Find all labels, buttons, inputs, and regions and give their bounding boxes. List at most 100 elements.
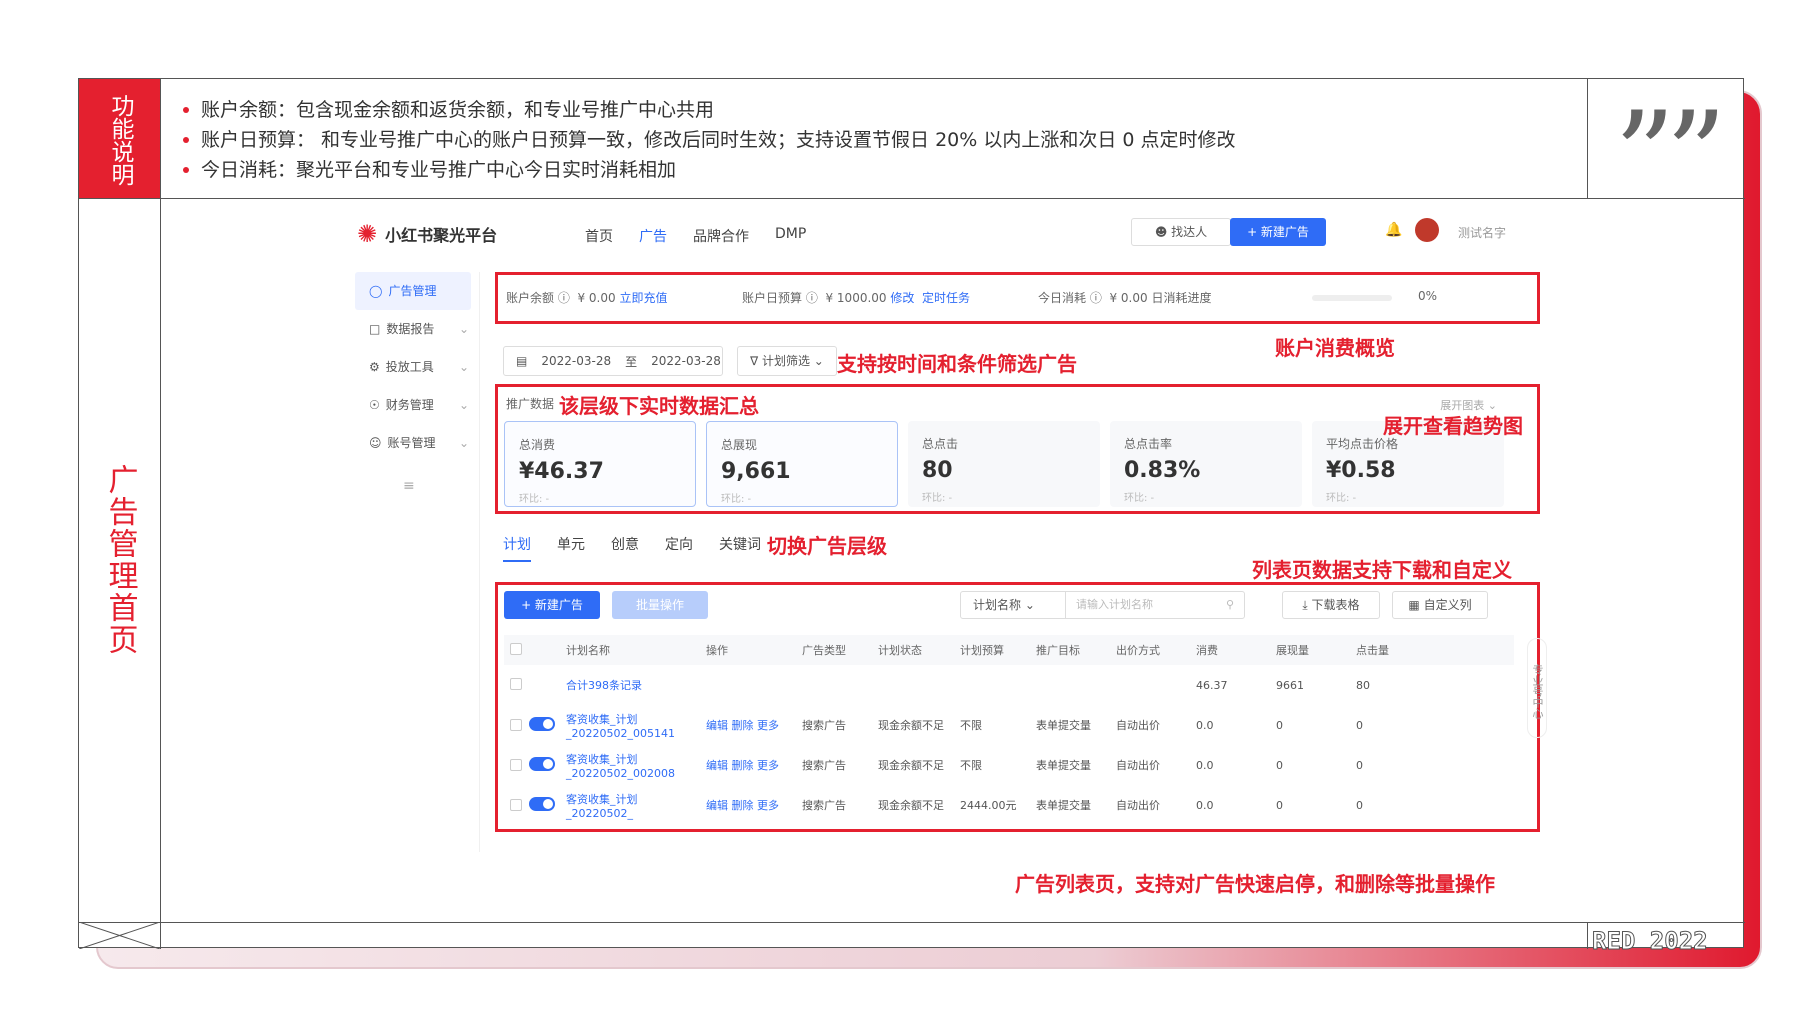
row-actions[interactable]: 编辑 删除 更多 (700, 785, 796, 825)
pro-center-tab[interactable]: 专业号中心 (1527, 638, 1547, 738)
annotation-level: 切换广告层级 (767, 534, 887, 558)
checkbox[interactable] (510, 718, 522, 731)
annotation-list-ops: 广告列表页，支持对广告快速启停，和删除等批量操作 (1015, 872, 1495, 896)
table-header: 计划名称 操作 广告类型 计划状态 计划预算 推广目标 出价方式 消费 展现量 … (504, 635, 1514, 665)
download-button[interactable]: ⤓ 下载表格 (1282, 591, 1380, 619)
stat-sub: 环比: - (922, 493, 953, 504)
stat-card[interactable]: 总点击 80 环比: - (908, 421, 1100, 507)
table-new-ad-button[interactable]: + 新建广告 (504, 591, 600, 619)
checkbox[interactable] (510, 798, 522, 811)
cell[interactable]: 不限 (954, 705, 1030, 745)
stat-sub: 环比: - (721, 494, 752, 505)
modify-link[interactable]: 修改 (890, 291, 914, 305)
bullet: 今日消耗：聚光平台和专业号推广中心今日实时消耗相加 (179, 155, 1236, 185)
tab-plan[interactable]: 计划 (503, 534, 531, 562)
row-actions[interactable]: 编辑 删除 更多 (700, 745, 796, 785)
timed-task-link[interactable]: 定时任务 (922, 291, 970, 305)
cell: 0.0 (1196, 718, 1214, 732)
cell: 搜索广告 (802, 719, 846, 732)
section-label-box: 功能说明 (79, 79, 160, 198)
customize-columns-button[interactable]: ▦ 自定义列 (1392, 591, 1488, 619)
plan-name-link[interactable]: 客资收集_计划_20220502_005141 (560, 705, 700, 745)
col-header[interactable]: 计划状态 (872, 635, 954, 665)
sidebar-item-account[interactable]: ☺ 账号管理 ⌄ (355, 424, 479, 462)
sidebar-item-reports[interactable]: □ 数据报告 ⌄ (355, 310, 479, 348)
plan-filter-dropdown[interactable]: ∇ 计划筛选 ⌄ (737, 346, 837, 376)
plan-name-link[interactable]: 客资收集_计划_20220502_002008 (560, 745, 700, 785)
cell: 自动出价 (1116, 719, 1160, 732)
cell: 现金余额不足 (878, 759, 944, 772)
search-field-select[interactable]: 计划名称 ⌄ (960, 591, 1066, 619)
status-toggle[interactable] (529, 796, 555, 811)
col-header[interactable]: 展现量 (1270, 635, 1350, 665)
batch-ops-button[interactable]: 批量操作 (612, 591, 708, 619)
bell-icon[interactable]: 🔔 (1385, 222, 1402, 238)
stat-sub: 环比: - (519, 494, 550, 505)
balance: 账户余额 ⓘ ¥ 0.00 立即充值 (506, 291, 668, 305)
sidebar-item-tools[interactable]: ⚙ 投放工具 ⌄ (355, 348, 479, 386)
top-nav: 首页 广告 品牌合作 DMP (585, 226, 806, 246)
cell: 0 (1356, 718, 1363, 732)
spend-progress-bar (1312, 295, 1392, 301)
brand[interactable]: ✺ 小红书聚光平台 (357, 220, 497, 248)
stat-title: 总展现 (721, 438, 758, 452)
tab-targeting[interactable]: 定向 (665, 534, 693, 562)
recharge-link[interactable]: 立即充值 (619, 291, 667, 305)
stat-title: 总点击率 (1124, 437, 1173, 451)
cell: 0.0 (1196, 798, 1214, 812)
cell[interactable]: 2444.00元 (954, 785, 1030, 825)
col-header[interactable]: 消费 (1190, 635, 1270, 665)
row-actions[interactable]: 编辑 删除 更多 (700, 705, 796, 745)
avatar[interactable] (1415, 218, 1439, 242)
nav-ads[interactable]: 广告 (639, 226, 667, 246)
col-header[interactable]: 出价方式 (1110, 635, 1190, 665)
header-checkbox[interactable] (504, 635, 560, 665)
new-ad-button[interactable]: + 新建广告 (1230, 218, 1326, 246)
nav-home[interactable]: 首页 (585, 226, 613, 246)
annotation-list-download: 列表页数据支持下载和自定义 (1252, 558, 1512, 582)
nav-brand[interactable]: 品牌合作 (693, 226, 749, 246)
annotation-overview: 账户消费概览 (1275, 336, 1395, 360)
collapse-icon[interactable]: ≡ (403, 478, 479, 494)
tab-creative[interactable]: 创意 (611, 534, 639, 562)
col-header[interactable]: 推广目标 (1030, 635, 1110, 665)
sidebar-item-finance[interactable]: ☉ 财务管理 ⌄ (355, 386, 479, 424)
status-toggle[interactable] (529, 716, 555, 731)
cell: 80 (1356, 678, 1370, 692)
cell: 自动出价 (1116, 799, 1160, 812)
sidebar-item-ad-management[interactable]: ◯ 广告管理 (355, 272, 471, 310)
stat-card[interactable]: 总展现 9,661 环比: - (706, 421, 898, 507)
tab-unit[interactable]: 单元 (557, 534, 585, 562)
account-overview: 账户余额 ⓘ ¥ 0.00 立即充值 账户日预算 ⓘ ¥ 1000.00 修改 … (495, 272, 1540, 324)
stats-label: 推广数据 (506, 397, 555, 411)
table-toolbar: + 新建广告 批量操作 计划名称 ⌄ 请输入计划名称 ⚲ ⤓ 下载表格 ▦ 自定… (504, 591, 1534, 621)
find-influencer-button[interactable]: ☻ 找达人 (1131, 218, 1231, 246)
search-placeholder: 请输入计划名称 (1076, 598, 1153, 611)
checkbox[interactable] (510, 642, 522, 655)
divider (1587, 79, 1588, 198)
stat-value: 0.83% (1124, 458, 1201, 483)
total-label: 合计398条记录 (566, 679, 642, 692)
cell[interactable]: 不限 (954, 745, 1030, 785)
side-title-box: 广告管理首页 (79, 198, 160, 922)
tool-icon: ⚙ (369, 360, 380, 374)
checkbox[interactable] (510, 758, 522, 771)
nav-dmp[interactable]: DMP (775, 226, 806, 246)
tab-keyword[interactable]: 关键词 (719, 534, 761, 562)
find-label: 找达人 (1171, 225, 1208, 239)
balance-value: ¥ 0.00 (577, 291, 616, 305)
stat-title: 总消费 (519, 438, 556, 452)
date-sep: 至 (625, 354, 638, 369)
stat-card[interactable]: 总消费 ¥46.37 环比: - (504, 421, 696, 507)
cell: 自动出价 (1116, 759, 1160, 772)
status-toggle[interactable] (529, 756, 555, 771)
checkbox[interactable] (510, 677, 522, 690)
col-header[interactable]: 点击量 (1350, 635, 1514, 665)
cell: 表单提交量 (1036, 719, 1091, 732)
cell: 0 (1356, 758, 1363, 772)
stat-card[interactable]: 总点击率 0.83% 环比: - (1110, 421, 1302, 507)
plan-name-link[interactable]: 客资收集_计划_20220502_ (560, 785, 700, 825)
date-range-input[interactable]: ▤ 2022-03-28 至 2022-03-28 (503, 346, 723, 376)
search-input[interactable]: 请输入计划名称 ⚲ (1065, 591, 1245, 619)
sidebar-label: 广告管理 (388, 284, 437, 298)
